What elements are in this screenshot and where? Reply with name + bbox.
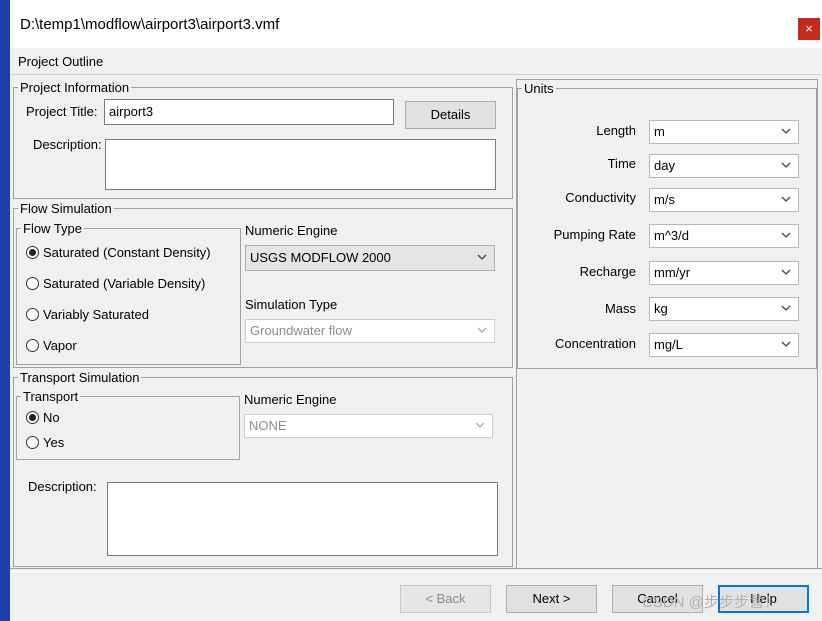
radio-label: Vapor [43,338,77,353]
radio-label: Saturated (Constant Density) [43,245,211,260]
project-title-label: Project Title: [26,104,98,119]
radio-label: Variably Saturated [43,307,149,322]
pumping-rate-value: m^3/d [654,228,690,243]
chevron-down-icon [781,162,791,168]
flow-engine-label: Numeric Engine [245,223,338,238]
chevron-down-icon [781,128,791,134]
time-label: Time [607,156,636,171]
transport-engine-value: NONE [249,418,287,433]
mass-select[interactable]: kg [649,297,799,321]
transport-description-input[interactable] [107,482,498,556]
units-title: Units [522,81,556,97]
units-panel: Units Length m Time day Conductivity m/s… [516,79,818,569]
details-button[interactable]: Details [405,101,496,129]
radio-transport-no[interactable]: No [26,410,60,425]
radio-transport-yes[interactable]: Yes [26,435,64,450]
title-bar: D:\temp1\modflow\airport3\airport3.vmf × [10,0,822,48]
flow-type-group: Flow Type Saturated (Constant Density) S… [16,221,241,365]
project-information-title: Project Information [18,80,132,96]
time-value: day [654,158,675,173]
radio-button-icon [26,308,39,321]
transport-group: Transport No Yes [16,389,240,460]
pumping-rate-select[interactable]: m^3/d [649,224,799,248]
radio-button-icon [26,436,39,449]
transport-description-label: Description: [28,479,97,494]
simulation-type-select[interactable]: Groundwater flow [245,319,495,343]
transport-engine-select[interactable]: NONE [244,414,493,438]
transport-engine-label: Numeric Engine [244,392,337,407]
mass-label: Mass [604,301,636,316]
recharge-value: mm/yr [654,265,691,280]
transport-title: Transport [21,389,81,405]
radio-button-icon [26,339,39,352]
chevron-down-icon [781,341,791,347]
concentration-select[interactable]: mg/L [649,333,799,357]
flow-simulation-group: Flow Simulation Flow Type Saturated (Con… [13,201,513,368]
concentration-value: mg/L [654,337,683,352]
units-group: Units Length m Time day Conductivity m/s… [517,81,817,369]
time-select[interactable]: day [649,154,799,178]
mass-value: kg [654,301,668,316]
radio-button-icon [26,411,39,424]
footer-divider [10,568,822,572]
recharge-select[interactable]: mm/yr [649,261,799,285]
radio-label: No [43,410,60,425]
chevron-down-icon [781,196,791,202]
chevron-down-icon [475,422,485,428]
length-select[interactable]: m [649,120,799,144]
length-label: Length [596,123,636,138]
radio-vapor[interactable]: Vapor [26,338,77,353]
conductivity-select[interactable]: m/s [649,188,799,212]
project-wizard-window: D:\temp1\modflow\airport3\airport3.vmf ×… [10,0,822,621]
chevron-down-icon [477,327,487,333]
recharge-label: Recharge [579,264,636,279]
back-button[interactable]: < Back [400,585,491,613]
project-information-group: Project Information Project Title: airpo… [13,80,513,199]
radio-saturated-variable[interactable]: Saturated (Variable Density) [26,276,205,291]
outline-header: Project Outline [10,48,822,75]
simulation-type-value: Groundwater flow [250,323,352,338]
transport-simulation-title: Transport Simulation [18,370,142,386]
radio-button-icon [26,277,39,290]
chevron-down-icon [781,305,791,311]
concentration-label: Concentration [555,336,636,351]
outline-label: Project Outline [18,54,104,69]
transport-simulation-group: Transport Simulation Transport No Yes Nu… [13,370,513,567]
project-title-input[interactable]: airport3 [104,99,394,125]
flow-engine-select[interactable]: USGS MODFLOW 2000 [245,245,495,271]
pumping-rate-label: Pumping Rate [553,227,636,242]
close-button[interactable]: × [798,18,820,40]
window-title: D:\temp1\modflow\airport3\airport3.vmf [20,16,280,33]
radio-label: Yes [43,435,65,450]
conductivity-label: Conductivity [565,190,636,205]
simulation-type-label: Simulation Type [245,297,338,312]
chevron-down-icon [781,269,791,275]
conductivity-value: m/s [654,192,675,207]
next-button[interactable]: Next > [506,585,597,613]
chevron-down-icon [781,232,791,238]
radio-button-icon [26,246,39,259]
radio-saturated-constant[interactable]: Saturated (Constant Density) [26,245,211,260]
flow-engine-value: USGS MODFLOW 2000 [250,250,391,265]
watermark-text: CSDN @步步步营！ [642,594,779,611]
length-value: m [654,124,665,139]
project-description-input[interactable] [105,139,496,190]
flow-type-title: Flow Type [21,221,85,237]
radio-variably-saturated[interactable]: Variably Saturated [26,307,149,322]
project-description-label: Description: [33,137,102,152]
radio-label: Saturated (Variable Density) [43,276,206,291]
chevron-down-icon [477,254,487,260]
flow-simulation-title: Flow Simulation [18,201,114,217]
